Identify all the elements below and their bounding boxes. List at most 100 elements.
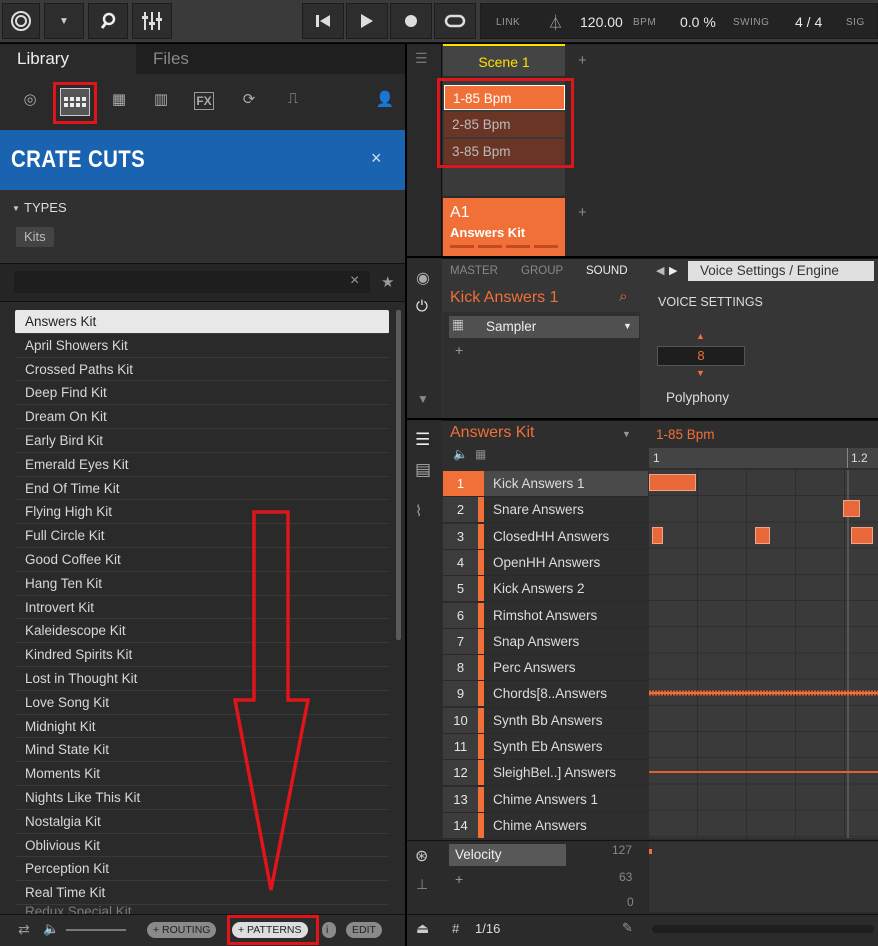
mute-speaker-icon[interactable]: 🔈 bbox=[453, 447, 468, 461]
channel-icon[interactable]: ◉ bbox=[416, 268, 430, 288]
decrement-icon[interactable]: ▼ bbox=[696, 368, 705, 378]
effect-icon[interactable]: FX bbox=[194, 92, 214, 110]
clear-search-icon[interactable]: × bbox=[350, 272, 359, 290]
note-snare[interactable] bbox=[843, 500, 860, 517]
record-button[interactable] bbox=[390, 3, 432, 39]
sound-row[interactable]: 12 SleighBel..] Answers bbox=[443, 760, 648, 787]
scene-header[interactable]: Scene 1 bbox=[443, 44, 565, 76]
list-item[interactable]: Early Bird Kit bbox=[15, 429, 389, 453]
list-item[interactable]: Nostalgia Kit bbox=[15, 810, 389, 834]
list-item[interactable]: Lost in Thought Kit bbox=[15, 667, 389, 691]
velocity-grid[interactable] bbox=[649, 842, 878, 912]
link-label[interactable]: LINK bbox=[496, 17, 520, 28]
loop-button[interactable] bbox=[434, 3, 476, 39]
sleighbell-note[interactable] bbox=[649, 771, 878, 773]
list-item[interactable]: Full Circle Kit bbox=[15, 524, 389, 548]
velocity-selector[interactable]: Velocity bbox=[449, 844, 566, 866]
menu-dropdown-button[interactable]: ▼ bbox=[44, 3, 84, 39]
list-item[interactable]: Good Coffee Kit bbox=[15, 548, 389, 572]
sound-row[interactable]: 9 Chords[8..Answers bbox=[443, 681, 648, 708]
waveform-icon[interactable]: ⌇ bbox=[415, 502, 422, 520]
sound-row[interactable]: 5 Kick Answers 2 bbox=[443, 576, 648, 603]
pencil-icon[interactable]: ✎ bbox=[622, 920, 633, 936]
note-hihat-1[interactable] bbox=[652, 527, 663, 544]
note-hihat-3[interactable] bbox=[851, 527, 873, 544]
sound-grid-icon[interactable]: ▦ bbox=[108, 90, 130, 108]
search-input[interactable] bbox=[14, 271, 370, 293]
close-icon[interactable]: × bbox=[371, 148, 382, 169]
add-plugin-icon[interactable]: + bbox=[455, 342, 463, 358]
prehear-loop-icon[interactable]: ⇄ bbox=[18, 921, 30, 938]
list-item[interactable]: Midnight Kit bbox=[15, 715, 389, 739]
instrument-icon[interactable]: ▥ bbox=[150, 90, 172, 108]
sound-row[interactable]: 8 Perc Answers bbox=[443, 655, 648, 682]
step-grid-value[interactable]: 1/16 bbox=[475, 921, 500, 936]
keyboard-view-icon[interactable]: ▤ bbox=[415, 460, 431, 480]
note-kick[interactable] bbox=[649, 474, 696, 491]
add-group-icon[interactable]: + bbox=[578, 204, 587, 221]
group-a1[interactable]: A1 Answers Kit bbox=[443, 198, 565, 256]
tab-master[interactable]: MASTER bbox=[450, 265, 498, 277]
list-item[interactable]: Hang Ten Kit bbox=[15, 572, 389, 596]
collapse-icon[interactable]: ▼ bbox=[417, 392, 429, 406]
pad-grid-icon[interactable]: ▦ bbox=[475, 447, 486, 461]
plugin-icon[interactable]: ⏻ bbox=[416, 298, 428, 315]
eject-icon[interactable]: ⏏ bbox=[416, 920, 429, 937]
automation-icon[interactable]: ⊥ bbox=[416, 876, 428, 893]
list-item[interactable]: Crossed Paths Kit bbox=[15, 358, 389, 382]
pattern-name[interactable]: 1-85 Bpm bbox=[656, 427, 715, 442]
sound-search-icon[interactable]: ⌕ bbox=[619, 288, 627, 305]
metronome-icon[interactable]: ⏃ bbox=[548, 12, 563, 33]
sound-row[interactable]: 1 Kick Answers 1 bbox=[443, 471, 648, 498]
list-item[interactable]: Deep Find Kit bbox=[15, 381, 389, 406]
sound-row[interactable]: 14 Chime Answers bbox=[443, 812, 648, 840]
list-item[interactable]: Oblivious Kit bbox=[15, 834, 389, 858]
note-hihat-2[interactable] bbox=[755, 527, 770, 544]
chevron-down-icon[interactable]: ▼ bbox=[622, 429, 631, 439]
sound-row[interactable]: 11 Synth Eb Answers bbox=[443, 734, 648, 761]
sound-row[interactable]: 3 ClosedHH Answers bbox=[443, 523, 648, 550]
routing-button[interactable]: + ROUTING bbox=[147, 922, 217, 938]
types-tag-kits[interactable]: Kits bbox=[16, 227, 54, 247]
list-item[interactable]: April Showers Kit bbox=[15, 334, 389, 358]
increment-icon[interactable]: ▲ bbox=[696, 331, 705, 341]
ideas-view-icon[interactable]: ☰ bbox=[415, 50, 428, 67]
list-item[interactable]: Kaleidescope Kit bbox=[15, 619, 389, 644]
list-item[interactable]: Flying High Kit bbox=[15, 500, 389, 525]
list-item[interactable]: Nights Like This Kit bbox=[15, 786, 389, 810]
modulation-icon[interactable]: ⊛ bbox=[415, 846, 428, 866]
sound-row[interactable]: 10 Synth Bb Answers bbox=[443, 707, 648, 734]
list-item[interactable]: Emerald Eyes Kit bbox=[15, 453, 389, 477]
sound-row[interactable]: 6 Rimshot Answers bbox=[443, 602, 648, 629]
sound-row[interactable]: 4 OpenHH Answers bbox=[443, 549, 648, 577]
list-item[interactable]: Mind State Kit bbox=[15, 738, 389, 763]
project-icon[interactable]: ◎ bbox=[19, 90, 41, 108]
list-item[interactable]: Answers Kit bbox=[15, 310, 389, 334]
prehear-volume-slider[interactable] bbox=[66, 929, 126, 931]
scrollbar[interactable] bbox=[396, 310, 401, 640]
step-grid[interactable] bbox=[649, 470, 878, 838]
loop-sample-icon[interactable]: ⟳ bbox=[238, 90, 260, 108]
grid-icon[interactable]: # bbox=[452, 921, 459, 936]
kit-name[interactable]: Answers Kit bbox=[450, 424, 534, 442]
chevron-down-icon[interactable]: ▼ bbox=[623, 321, 632, 331]
browser-toggle-button[interactable] bbox=[88, 3, 128, 39]
list-item[interactable]: Moments Kit bbox=[15, 762, 389, 786]
add-lane-icon[interactable]: + bbox=[455, 871, 463, 887]
edit-button[interactable]: EDIT bbox=[346, 922, 382, 938]
tab-files[interactable]: Files bbox=[136, 44, 405, 74]
info-button[interactable]: i bbox=[322, 922, 336, 938]
maschine-logo-button[interactable] bbox=[2, 3, 40, 39]
time-signature-value[interactable]: 4 / 4 bbox=[795, 14, 822, 30]
list-item[interactable]: Real Time Kit bbox=[15, 881, 389, 905]
caret-down-icon[interactable]: ▼ bbox=[12, 204, 20, 213]
list-item[interactable]: Introvert Kit bbox=[15, 596, 389, 620]
list-view-icon[interactable]: ☰ bbox=[415, 430, 430, 450]
chords-waveform[interactable] bbox=[649, 680, 878, 706]
sound-row[interactable]: 2 Snare Answers bbox=[443, 497, 648, 524]
list-item[interactable]: Kindred Spirits Kit bbox=[15, 643, 389, 667]
restart-button[interactable] bbox=[302, 3, 344, 39]
mixer-toggle-button[interactable] bbox=[132, 3, 172, 39]
horizontal-scrollbar[interactable] bbox=[652, 925, 874, 933]
user-icon[interactable]: 👤 bbox=[374, 90, 396, 108]
